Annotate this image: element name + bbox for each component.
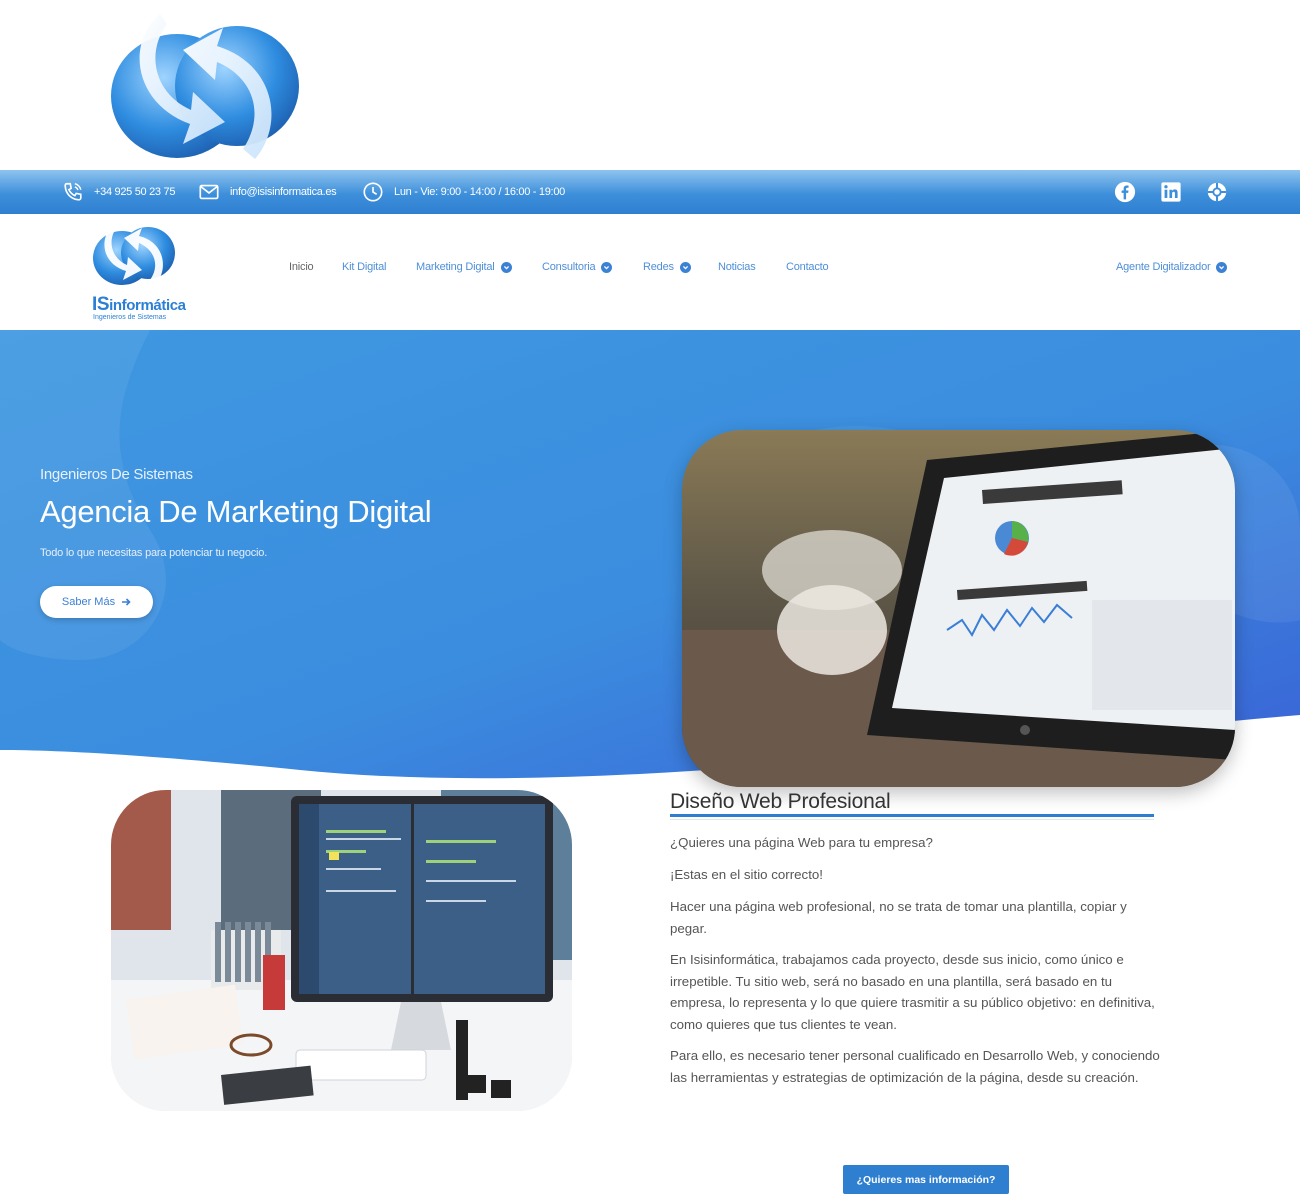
nav-item-contacto[interactable]: Contacto [786, 261, 829, 273]
nav-item-consultoria[interactable]: Consultoria [542, 261, 613, 273]
tablet-analytics-photo [682, 430, 1235, 787]
desk-computer-photo [111, 790, 572, 1111]
opening-hours: Lun - Vie: 9:00 - 14:00 / 16:00 - 19:00 [394, 186, 565, 198]
chevron-down-icon [1216, 261, 1228, 273]
hero-kicker: Ingenieros De Sistemas [40, 466, 193, 483]
email-contact[interactable]: info@isisinformatica.es [198, 181, 337, 203]
mail-icon [199, 184, 219, 200]
company-logo[interactable]: ISinformática Ingenieros de Sistemas [88, 218, 186, 326]
phone-number: +34 925 50 23 75 [94, 186, 176, 198]
arrow-right-icon [122, 598, 131, 606]
brand-tagline: Ingenieros de Sistemas [93, 314, 167, 321]
brand-name: ISinformática [92, 294, 186, 315]
company-logo-large[interactable] [105, 4, 300, 170]
paragraph: En Isisinformática, trabajamos cada proy… [670, 952, 1155, 1032]
chevron-down-icon [679, 261, 691, 273]
title-underline [670, 814, 1154, 817]
phone-icon [64, 182, 82, 201]
phone-contact[interactable]: +34 925 50 23 75 [62, 181, 175, 203]
nav-item-noticias[interactable]: Noticias [718, 261, 756, 273]
saber-mas-button[interactable]: Saber Más [40, 586, 153, 618]
main-navigation: ISinformática Ingenieros de Sistemas Ini… [0, 214, 1300, 330]
chevron-down-icon [601, 261, 613, 273]
more-info-button[interactable]: ¿Quieres mas información? [843, 1165, 1009, 1194]
nav-item-kit-digital[interactable]: Kit Digital [342, 261, 386, 273]
hours-info: Lun - Vie: 9:00 - 14:00 / 16:00 - 19:00 [362, 181, 565, 203]
dribbble-icon[interactable] [1206, 181, 1228, 203]
nav-item-marketing-digital[interactable]: Marketing Digital [416, 261, 512, 273]
section-title: Diseño Web Profesional [670, 790, 891, 813]
clock-icon [363, 182, 383, 202]
paragraph: ¿Quieres una página Web para tu empresa? [670, 835, 933, 850]
title-divider [670, 819, 1154, 820]
nav-item-inicio[interactable]: Inicio [289, 261, 314, 273]
linkedin-icon[interactable] [1160, 181, 1182, 203]
chevron-down-icon [500, 261, 512, 273]
facebook-icon[interactable] [1114, 181, 1136, 203]
paragraph: ¡Estas en el sitio correcto! [670, 867, 823, 882]
email-address: info@isisinformatica.es [230, 186, 337, 198]
hero-title: Agencia De Marketing Digital [40, 494, 432, 529]
paragraph: Para ello, es necesario tener personal c… [670, 1048, 1160, 1085]
nav-item-redes[interactable]: Redes [643, 261, 691, 273]
paragraph: Hacer una página web profesional, no se … [670, 899, 1127, 936]
hero-subtitle: Todo lo que necesitas para potenciar tu … [40, 547, 268, 559]
nav-item-agente-digitalizador[interactable]: Agente Digitalizador [1116, 261, 1228, 273]
contact-bar: +34 925 50 23 75 info@isisinformatica.es… [0, 170, 1300, 214]
